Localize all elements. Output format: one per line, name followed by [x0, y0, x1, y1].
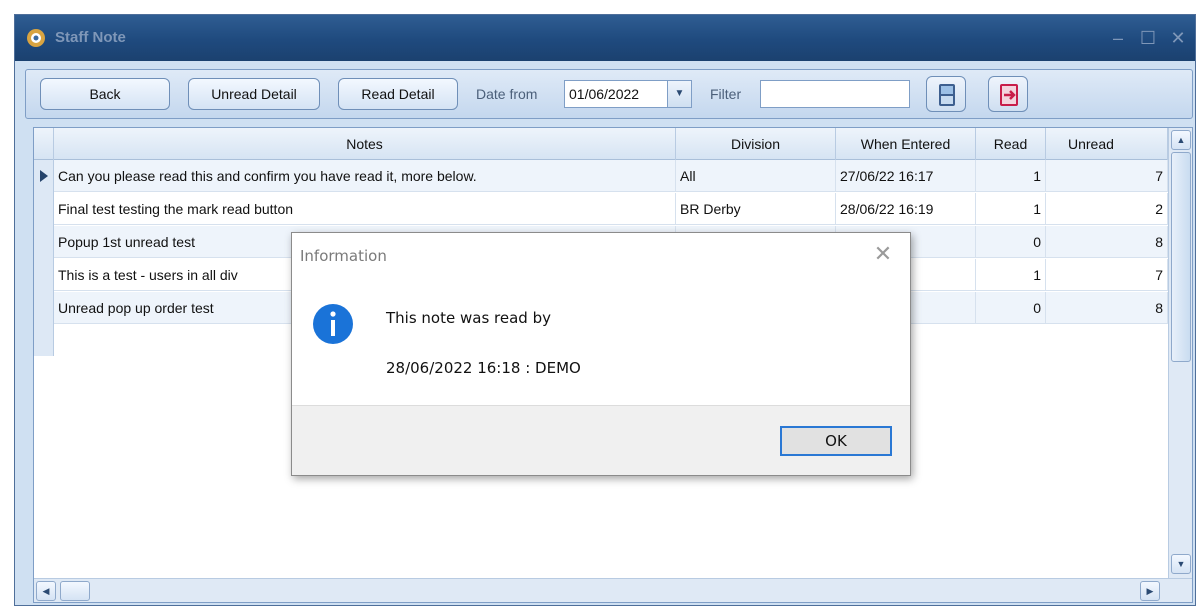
read-detail-button[interactable]: Read Detail [338, 78, 458, 110]
scroll-down-icon[interactable]: ▼ [1171, 554, 1191, 574]
date-from-label: Date from [476, 86, 538, 102]
dialog-message-line2: 28/06/2022 16:18 : DEMO [386, 359, 581, 377]
filter-input[interactable] [760, 80, 910, 108]
horizontal-scroll-thumb[interactable] [60, 581, 90, 601]
app-gear-icon [27, 29, 45, 47]
close-icon[interactable]: ✕ [1167, 27, 1189, 49]
cell-read: 1 [976, 193, 1046, 225]
horizontal-scrollbar[interactable]: ◀ ▶ [34, 578, 1192, 602]
dialog-message-line1: This note was read by [386, 309, 551, 327]
column-header-when-entered[interactable]: When Entered [836, 128, 976, 160]
dialog-footer: OK [292, 405, 910, 475]
cell-unread: 7 [1046, 259, 1168, 291]
column-header-unread[interactable]: Unread [1046, 128, 1168, 160]
column-header-division[interactable]: Division [676, 128, 836, 160]
scroll-right-icon[interactable]: ▶ [1140, 581, 1160, 601]
cell-read: 0 [976, 226, 1046, 258]
printer-icon [939, 84, 955, 106]
cell-when-entered: 27/06/22 16:17 [836, 160, 976, 192]
current-row-arrow-icon [40, 170, 48, 182]
cell-notes: Can you please read this and confirm you… [54, 160, 676, 192]
dialog-title: Information [300, 247, 387, 265]
cell-notes: Final test testing the mark read button [54, 193, 676, 225]
filter-label: Filter [710, 86, 742, 102]
toolbar: Back Unread Detail Read Detail Date from… [25, 69, 1193, 119]
column-header-read[interactable]: Read [976, 128, 1046, 160]
column-header-notes[interactable]: Notes [54, 128, 676, 160]
cell-division: BR Derby [676, 193, 836, 225]
cell-when-entered: 28/06/22 16:19 [836, 193, 976, 225]
ok-button[interactable]: OK [780, 426, 892, 456]
title-bar[interactable]: Staff Note – ☐ ✕ [15, 15, 1195, 61]
information-dialog: Information ✕ This note was read by 28/0… [291, 232, 911, 476]
back-button[interactable]: Back [40, 78, 170, 110]
unread-detail-button[interactable]: Unread Detail [188, 78, 320, 110]
info-icon [313, 304, 353, 344]
exit-button[interactable] [988, 76, 1028, 112]
minimize-icon[interactable]: – [1107, 27, 1129, 49]
grid-header: Notes Division When Entered Read Unread [34, 128, 1168, 160]
chevron-down-icon[interactable]: ▼ [668, 80, 692, 108]
exit-icon [1000, 84, 1018, 106]
scroll-left-icon[interactable]: ◀ [36, 581, 56, 601]
cell-unread: 2 [1046, 193, 1168, 225]
vertical-scroll-thumb[interactable] [1171, 152, 1191, 362]
cell-unread: 8 [1046, 226, 1168, 258]
scroll-up-icon[interactable]: ▲ [1171, 130, 1191, 150]
header-indicator [34, 128, 54, 160]
cell-read: 0 [976, 292, 1046, 324]
table-row[interactable]: Can you please read this and confirm you… [54, 160, 1168, 192]
dialog-close-icon[interactable]: ✕ [870, 241, 896, 267]
row-indicator-column [34, 160, 54, 356]
cell-division: All [676, 160, 836, 192]
print-button[interactable] [926, 76, 966, 112]
vertical-scrollbar[interactable]: ▲ ▼ [1168, 128, 1192, 578]
cell-read: 1 [976, 160, 1046, 192]
maximize-icon[interactable]: ☐ [1137, 27, 1159, 49]
window-title: Staff Note [55, 29, 126, 46]
cell-unread: 8 [1046, 292, 1168, 324]
table-row[interactable]: Final test testing the mark read button … [54, 193, 1168, 225]
date-from-input[interactable]: 01/06/2022 [564, 80, 668, 108]
cell-unread: 7 [1046, 160, 1168, 192]
cell-read: 1 [976, 259, 1046, 291]
